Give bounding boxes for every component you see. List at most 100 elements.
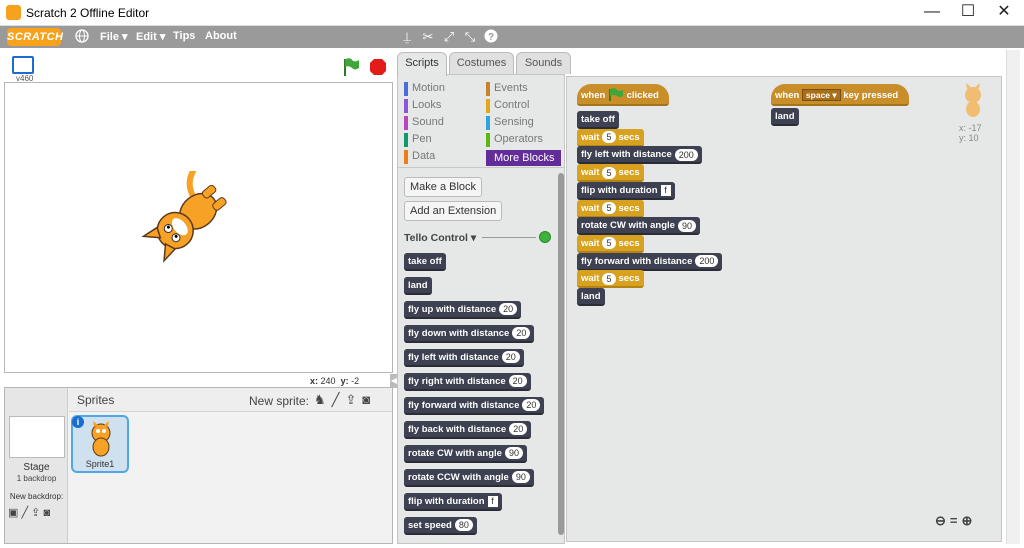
extension-header[interactable]: Tello Control ▾: [404, 232, 476, 244]
draw-backdrop-icon[interactable]: ╱: [21, 507, 28, 519]
block-text: land: [581, 291, 601, 302]
help-icon[interactable]: ?: [483, 29, 499, 45]
shrink-icon[interactable]: ⤡: [462, 29, 478, 45]
script-block[interactable]: land: [577, 288, 605, 306]
script-block[interactable]: take off: [577, 111, 619, 129]
when-flag-clicked-block[interactable]: when clicked: [577, 84, 669, 106]
camera-sprite-icon[interactable]: ◙: [362, 392, 376, 407]
cut-scissors-icon[interactable]: ✂: [420, 29, 436, 45]
stop-sign-icon[interactable]: [369, 58, 387, 79]
palette-block[interactable]: set speed 80: [404, 517, 477, 535]
category-data[interactable]: Data: [404, 150, 484, 164]
block-text: wait: [581, 273, 600, 285]
globe-icon[interactable]: [74, 29, 90, 45]
add-extension-button[interactable]: Add an Extension: [404, 201, 503, 221]
category-sound[interactable]: Sound: [404, 116, 484, 130]
palette-block[interactable]: fly left with distance 20: [404, 349, 524, 367]
menu-about[interactable]: About: [205, 30, 237, 42]
paint-backdrop-icon[interactable]: ▣: [8, 507, 18, 519]
palette-block[interactable]: flip with duration f: [404, 493, 502, 511]
minimize-button[interactable]: —: [914, 0, 950, 26]
category-list-left: Motion Looks Sound Pen Data: [404, 82, 484, 167]
script-block[interactable]: land: [771, 108, 799, 126]
upload-sprite-icon[interactable]: ⇪: [345, 392, 362, 407]
info-icon[interactable]: i: [72, 416, 84, 428]
sprites-header: Sprites New sprite: ♞╱⇪◙: [69, 388, 392, 412]
green-flag-icon[interactable]: [342, 57, 360, 80]
stage[interactable]: [4, 82, 393, 373]
palette-block[interactable]: fly right with distance 20: [404, 373, 531, 391]
script-block[interactable]: wait 5 secs: [577, 199, 644, 218]
category-pen[interactable]: Pen: [404, 133, 484, 147]
block-suffix: secs: [618, 167, 640, 179]
palette-block[interactable]: rotate CCW with angle 90: [404, 469, 534, 487]
camera-backdrop-icon[interactable]: ◙: [43, 507, 50, 519]
block-input[interactable]: 5: [602, 272, 616, 285]
script-block[interactable]: wait 5 secs: [577, 128, 644, 147]
block-input[interactable]: 5: [602, 201, 616, 214]
maximize-button[interactable]: ☐: [950, 0, 986, 26]
block-input[interactable]: 5: [602, 131, 616, 144]
category-events[interactable]: Events: [486, 82, 561, 96]
script-block[interactable]: flip with duration f: [577, 181, 675, 200]
main-scrollbar[interactable]: [1006, 50, 1020, 544]
palette-block[interactable]: rotate CW with angle 90: [404, 445, 527, 463]
cat-thumbnail-icon: [85, 421, 117, 460]
script-block[interactable]: wait 5 secs: [577, 234, 644, 253]
category-operators[interactable]: Operators: [486, 133, 561, 147]
connection-status-indicator: [539, 231, 551, 243]
tab-costumes[interactable]: Costumes: [449, 52, 514, 74]
scratch-logo[interactable]: SCRATCH: [7, 28, 63, 46]
new-backdrop-label: New backdrop:: [9, 492, 64, 501]
script-block[interactable]: fly left with distance 200: [577, 146, 702, 165]
script-block[interactable]: wait 5 secs: [577, 270, 644, 289]
zoom-in-icon[interactable]: ⊕: [962, 513, 977, 528]
block-input[interactable]: 5: [602, 166, 616, 179]
menu-tips[interactable]: Tips: [173, 30, 195, 42]
stage-thumbnail[interactable]: [9, 416, 65, 458]
zoom-reset-icon[interactable]: =: [950, 513, 962, 528]
sprite-library-icon[interactable]: ♞: [314, 392, 332, 407]
palette-block[interactable]: fly forward with distance 20: [404, 397, 545, 415]
block-input[interactable]: 5: [602, 237, 616, 250]
tab-scripts[interactable]: Scripts: [397, 52, 447, 76]
new-sprite-tools: ♞╱⇪◙: [314, 392, 376, 408]
category-motion[interactable]: Motion: [404, 82, 484, 96]
script-block[interactable]: rotate CW with angle 90: [577, 217, 700, 236]
palette-block[interactable]: fly down with distance 20: [404, 325, 535, 343]
menu-edit[interactable]: Edit ▾: [136, 30, 165, 43]
block-input[interactable]: 200: [674, 148, 698, 161]
palette-scrollbar[interactable]: [558, 173, 564, 535]
palette-block[interactable]: land: [404, 277, 432, 295]
palette-block[interactable]: take off: [404, 253, 446, 271]
sprite-thumbnail[interactable]: i Sprite1: [71, 415, 129, 473]
block-input[interactable]: 90: [677, 219, 696, 232]
block-input[interactable]: 200: [695, 255, 719, 268]
grow-icon[interactable]: ⤢: [441, 29, 457, 45]
palette-block[interactable]: fly back with distance 20: [404, 421, 532, 439]
script-block[interactable]: fly forward with distance 200: [577, 252, 723, 271]
cat-sprite[interactable]: [141, 163, 237, 270]
category-sensing[interactable]: Sensing: [486, 116, 561, 130]
fullscreen-icon[interactable]: [12, 56, 34, 74]
upload-backdrop-icon[interactable]: ⇪: [31, 507, 40, 519]
when-key-pressed-block[interactable]: when space ▾ key pressed: [771, 84, 909, 106]
category-more-blocks[interactable]: More Blocks: [486, 150, 561, 166]
menu-file[interactable]: File ▾: [100, 30, 128, 43]
category-control[interactable]: Control: [486, 99, 561, 113]
paint-sprite-icon[interactable]: ╱: [332, 392, 346, 407]
block-palette: Motion Looks Sound Pen Data Events Contr…: [397, 74, 565, 544]
palette-block[interactable]: fly up with distance 20: [404, 301, 522, 319]
block-input[interactable]: f: [660, 184, 671, 196]
tab-sounds[interactable]: Sounds: [516, 52, 571, 74]
close-button[interactable]: ✕: [986, 0, 1022, 26]
scripts-area[interactable]: when clicked take off wait 5 secs fly left w…: [566, 76, 1002, 542]
make-block-button[interactable]: Make a Block: [404, 177, 483, 197]
zoom-controls: ⊖=⊕: [935, 513, 976, 529]
key-dropdown[interactable]: space ▾: [801, 89, 841, 102]
zoom-out-icon[interactable]: ⊖: [935, 513, 950, 528]
duplicate-stamp-icon[interactable]: ⍊: [399, 29, 415, 45]
block-text: wait: [581, 237, 600, 249]
script-block[interactable]: wait 5 secs: [577, 164, 644, 183]
category-looks[interactable]: Looks: [404, 99, 484, 113]
